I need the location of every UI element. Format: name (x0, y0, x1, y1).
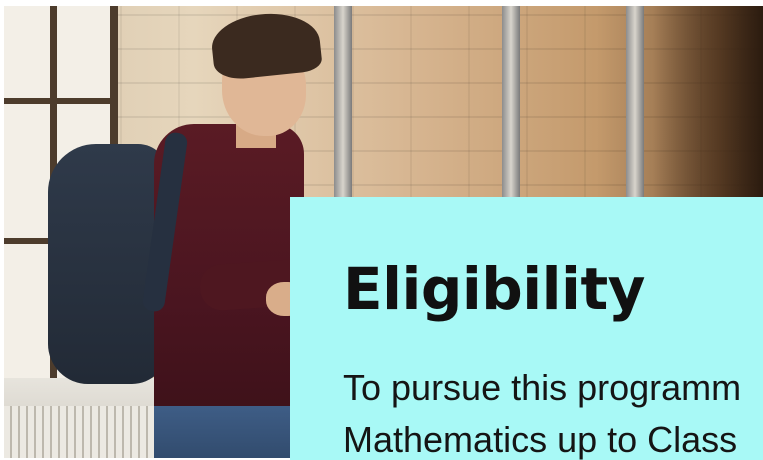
student-figure (4, 6, 324, 458)
card-body-line: To pursue this programm (343, 367, 742, 408)
hair (209, 8, 323, 82)
card-body-line: Mathematics up to Class (343, 419, 738, 460)
card-title: Eligibility (343, 255, 645, 323)
jeans (154, 406, 294, 458)
eligibility-card: Eligibility To pursue this programm Math… (290, 197, 763, 460)
card-body: To pursue this programm Mathematics up t… (343, 362, 741, 460)
page: Eligibility To pursue this programm Math… (0, 0, 763, 460)
